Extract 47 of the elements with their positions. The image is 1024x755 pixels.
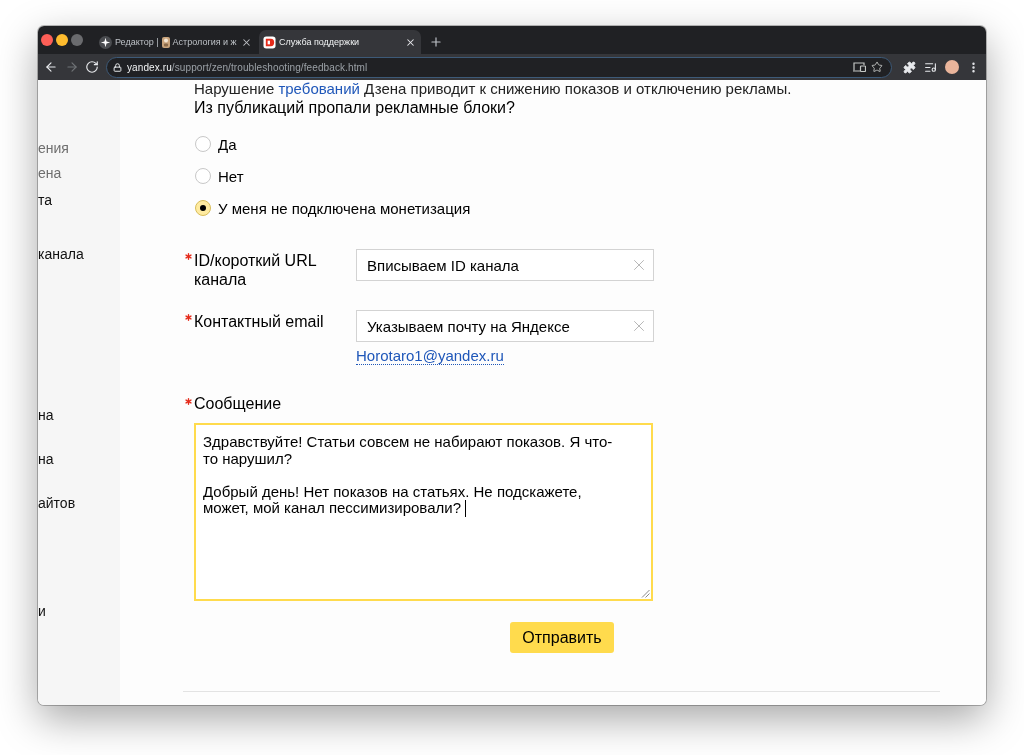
option-label[interactable]: У меня не подключена монетизация — [218, 199, 471, 217]
window-minimize-button[interactable] — [56, 34, 68, 46]
new-tab-icon[interactable] — [429, 35, 443, 49]
sparkle-icon — [99, 35, 112, 49]
browser-tab[interactable]: Служба поддержки — [259, 30, 421, 54]
sidebar-item[interactable]: и — [38, 602, 120, 620]
radio-button[interactable] — [195, 200, 211, 216]
lock-icon[interactable] — [113, 62, 122, 72]
option-label[interactable]: Да — [218, 135, 237, 153]
back-icon[interactable] — [43, 60, 58, 74]
question-text: Из публикаций пропали рекламные блоки? — [194, 98, 516, 118]
close-tab-icon[interactable] — [405, 36, 416, 48]
radio-button[interactable] — [195, 136, 211, 152]
requirements-link[interactable]: требований — [278, 80, 360, 97]
field-label: Контактный email — [194, 312, 325, 331]
window-close-button[interactable] — [41, 34, 53, 46]
input-field[interactable]: Указываем почту на Яндексе — [356, 310, 654, 342]
star-icon[interactable] — [871, 61, 883, 73]
avatar-icon[interactable] — [945, 60, 959, 74]
puzzle-icon[interactable] — [903, 60, 916, 74]
playlist-icon[interactable] — [924, 60, 937, 74]
reload-icon[interactable] — [85, 60, 100, 74]
field-label: ID/короткий URL канала — [194, 251, 318, 289]
devices-icon[interactable] — [853, 62, 866, 72]
resize-grip-icon[interactable] — [641, 589, 650, 598]
sidebar-item[interactable]: на — [38, 450, 120, 468]
sidebar-item[interactable]: ения — [38, 139, 120, 157]
url-text[interactable]: yandex.ru/support/zen/troubleshooting/feedback.html — [127, 61, 368, 73]
submit-button[interactable]: Отправить — [510, 622, 614, 653]
sidebar-item[interactable]: на — [38, 406, 120, 424]
close-tab-icon[interactable] — [241, 36, 252, 48]
option-label[interactable]: Нет — [218, 167, 244, 185]
browser-tab[interactable]: Редактор | Астрология и ж — [95, 30, 257, 54]
text-cursor-icon — [465, 500, 466, 517]
sidebar-item[interactable]: ена — [38, 164, 120, 182]
logo-icon — [263, 35, 276, 49]
sidebar-item[interactable]: канала — [38, 245, 120, 263]
message-field[interactable]: Здравствуйте! Статьи совсем не набирают показов. Я что-то нарушил? Добрый день! Нет показов на статьях. Не подскажете, может, мой канал пессимизировали? — [194, 423, 653, 601]
radio-button[interactable] — [195, 168, 211, 184]
address-bar[interactable]: yandex.ru/support/zen/troubleshooting/feedback.html — [106, 56, 892, 78]
input-field[interactable]: Вписываем ID канала — [356, 249, 654, 281]
sidebar-item[interactable]: айтов — [38, 494, 120, 512]
emoji-icon — [161, 36, 170, 48]
notice-text: Нарушение требований Дзена приводит к снижению показов и отключению рекламы. — [194, 80, 793, 98]
field-label: Сообщение — [194, 394, 282, 413]
sidebar-item[interactable]: та — [38, 191, 120, 209]
email-suggestion-link[interactable]: Horotaro1@yandex.ru — [356, 347, 504, 365]
